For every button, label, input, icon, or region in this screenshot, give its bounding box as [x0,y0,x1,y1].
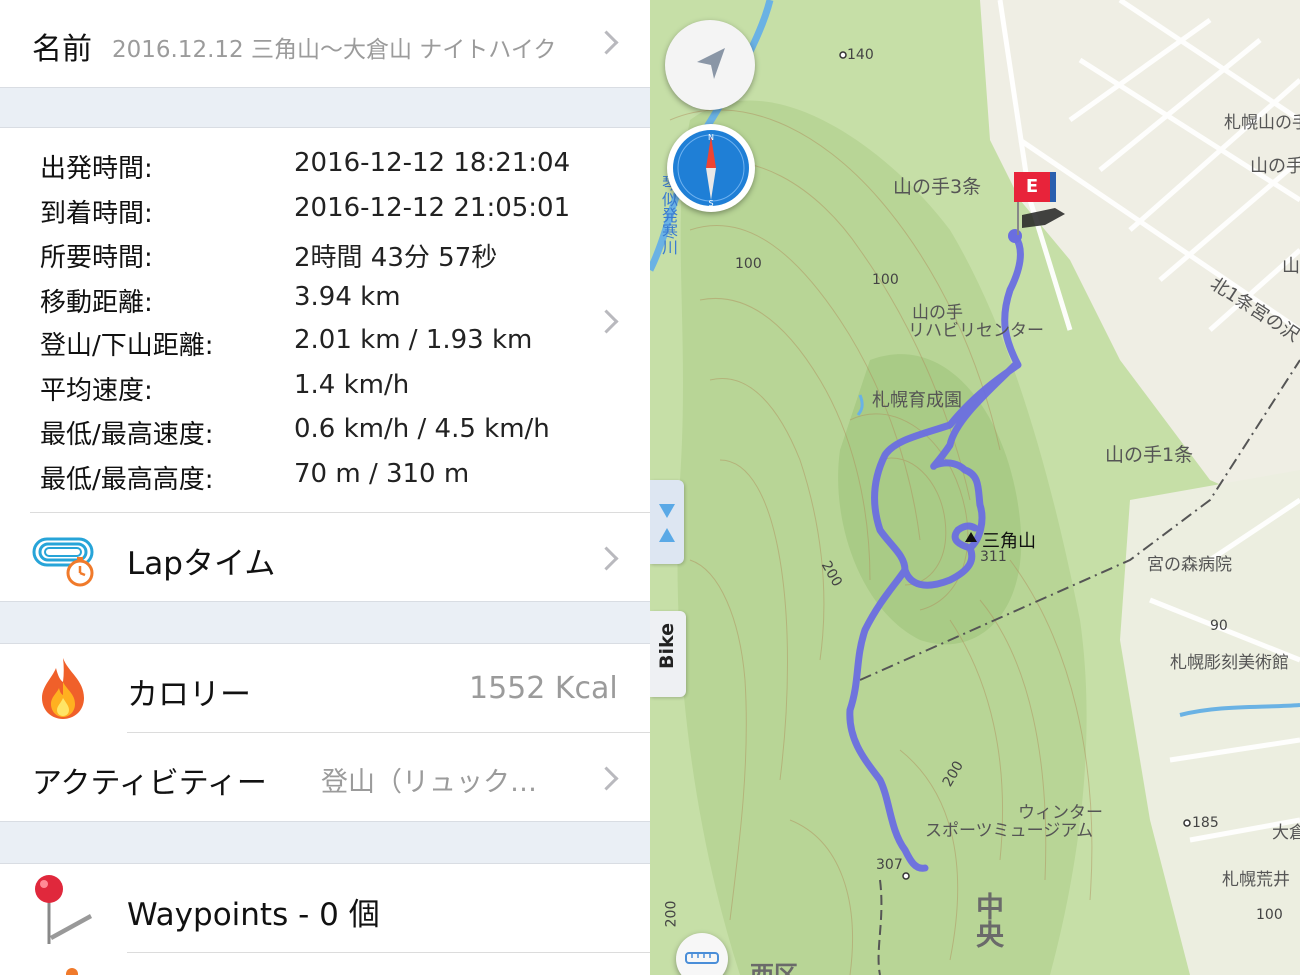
map-label: 中央 [972,892,1005,948]
chevron-right-icon [594,30,619,55]
start-time-value: 2016-12-12 18:21:04 [294,148,571,178]
end-time-value: 2016-12-12 21:05:01 [294,193,571,223]
ruler-icon [685,952,719,964]
ruler-button[interactable] [676,933,728,975]
name-label: 名前 [32,32,92,67]
lap-timer-icon [32,535,98,587]
distance-value: 3.94 km [294,282,401,312]
duration-label: 所要時間: [40,243,153,273]
map-label: 山の手 [1250,156,1300,177]
avg-speed-label: 平均速度: [40,376,153,406]
map-label: 山の手3条 [893,176,982,198]
section-separator [0,821,650,864]
map-number: 140 [847,47,874,63]
map-label: 札幌荒井 [1222,870,1290,890]
altitude-range-value: 70 m / 310 m [294,459,470,489]
activity-label: アクティビティー [32,766,267,801]
speed-range-label: 最低/最高速度: [40,420,214,450]
start-time-label: 出発時間: [40,154,153,184]
waypoints-label: Waypoints - 0 個 [127,897,380,933]
map-label: リハビリセンター [908,321,1044,341]
name-row[interactable]: 名前 2016.12.12 三角山〜大倉山 ナイトハイク [0,0,650,87]
chevron-right-icon [594,309,619,334]
compass-icon: N S [673,130,749,208]
name-value: 2016.12.12 三角山〜大倉山 ナイトハイク [112,37,557,63]
waypoints-row[interactable]: Waypoints - 0 個 [0,864,650,952]
stats-row[interactable]: 出発時間: 2016-12-12 18:21:04 到着時間: 2016-12-… [0,128,650,513]
svg-text:N: N [708,133,714,142]
locate-button[interactable] [665,20,755,110]
lap-row[interactable]: Lapタイム [0,513,650,601]
map-label: 札幌育成園 [872,390,962,411]
bike-tab-label: Bike [656,623,678,670]
end-flag-label: E [1025,176,1039,197]
map-label: 宮の森病院 [1147,555,1232,575]
climb-distance-label: 登山/下山距離: [40,331,214,361]
map-number: 90 [1210,618,1228,634]
map-number: 100 [735,256,762,272]
map-number: 200 [663,900,680,928]
altitude-range-label: 最低/最高高度: [40,465,214,495]
map-number: 100 [1256,907,1283,923]
collapse-arrows-icon [659,504,675,542]
compass-button[interactable]: N S [667,124,755,212]
bike-tab[interactable]: Bike [650,611,686,697]
duration-value: 2時間 43分 57秒 [294,243,498,273]
map-number: 307 [876,857,903,873]
map-label: 山 [1282,256,1300,277]
map-label: スポーツミュージアム [925,821,1094,841]
distance-label: 移動距離: [40,288,153,318]
map-number: 185 [1192,815,1219,831]
end-time-label: 到着時間: [40,199,153,229]
activity-detail-panel: 名前 2016.12.12 三角山〜大倉山 ナイトハイク 出発時間: 2016-… [0,0,650,975]
calorie-label: カロリー [127,677,251,713]
activity-value: 登山（リュック… [321,767,537,798]
section-separator [0,87,650,128]
route-map[interactable]: E 山の手3条 山の手 リハビリセンター 札幌育成園 山の手1条 三角山 311… [650,0,1300,975]
flame-icon [38,656,88,720]
svg-text:S: S [708,199,713,208]
activity-row[interactable]: アクティビティー 登山（リュック… [0,733,650,821]
divider [127,952,650,953]
chevron-right-icon [594,546,619,571]
pin-icon [30,872,96,948]
map-label: 大倉 [1272,823,1300,843]
map-label: 札幌彫刻美術館 [1170,653,1289,673]
section-separator [0,601,650,644]
navigation-arrow-icon [697,48,725,79]
map-label: 山の手1条 [1105,444,1194,466]
map-label: 西区 [750,961,798,975]
split-handle[interactable] [650,480,684,564]
avg-speed-value: 1.4 km/h [294,370,410,400]
speed-range-value: 0.6 km/h / 4.5 km/h [294,414,550,444]
calorie-value: 1552 Kcal [469,671,618,706]
next-row-icon [66,968,78,975]
chevron-right-icon [594,766,619,791]
calorie-row: カロリー 1552 Kcal [0,644,650,732]
map-label: 311 [980,549,1007,565]
lap-label: Lapタイム [127,546,276,582]
climb-distance-value: 2.01 km / 1.93 km [294,325,533,355]
map-label: 札幌山の手 [1224,113,1300,133]
end-flag-icon[interactable]: E [1014,172,1056,202]
map-number: 100 [872,272,899,288]
